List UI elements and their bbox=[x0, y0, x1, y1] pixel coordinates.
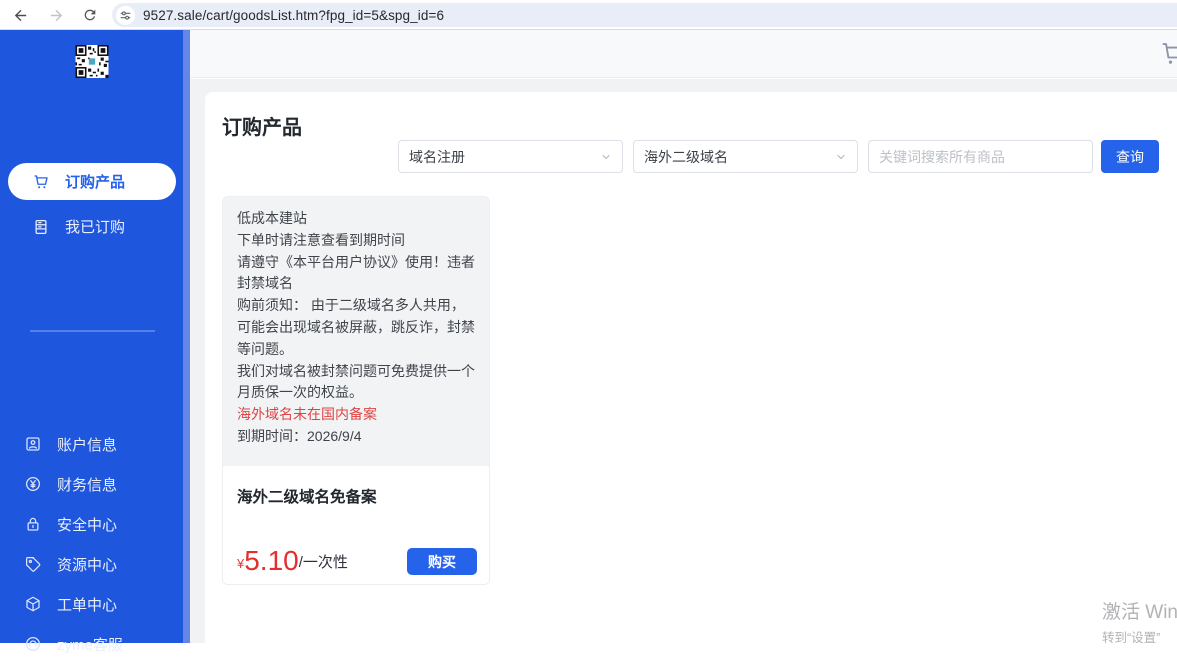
price-unit: /一次性 bbox=[299, 551, 348, 572]
notice-line: 低成本建站 bbox=[237, 208, 475, 230]
product-summary: 海外二级域名免备案 ¥ 5.10 /一次性 购买 bbox=[223, 466, 489, 585]
reload-icon bbox=[82, 7, 98, 23]
product-expiry: 到期时间：2026/9/4 bbox=[237, 426, 475, 448]
cart-icon bbox=[32, 173, 50, 191]
arrow-back-icon bbox=[12, 7, 29, 24]
currency-symbol: ¥ bbox=[237, 556, 244, 571]
notice-line: 下单时请注意查看到期时间 bbox=[237, 230, 475, 252]
browser-forward-button[interactable] bbox=[44, 3, 68, 27]
url-text[interactable]: 9527.sale/cart/goodsList.htm?fpg_id=5&sp… bbox=[143, 8, 444, 23]
search-input[interactable] bbox=[868, 140, 1093, 173]
sidebar-item-label: 订购产品 bbox=[65, 171, 125, 192]
sidebar: 订购产品 我已订购 账户信息 财务信息 安全中心 bbox=[0, 30, 190, 643]
activate-windows-watermark: 激活 Win 转到“设置” bbox=[1102, 597, 1177, 646]
chevron-down-icon bbox=[600, 151, 612, 163]
content-panel: 订购产品 域名注册 海外二级域名 查询 低成本建站 下单时请注意查看到期时间 请… bbox=[205, 92, 1177, 653]
sidebar-item-label: zyme客服 bbox=[57, 634, 123, 655]
sidebar-item-label: 资源中心 bbox=[57, 554, 117, 575]
yen-coin-icon bbox=[24, 475, 42, 493]
account-card-icon bbox=[24, 435, 42, 453]
watermark-line2: 转到“设置” bbox=[1102, 627, 1177, 646]
cube-icon bbox=[24, 595, 42, 613]
subcategory-select[interactable]: 海外二级域名 bbox=[633, 140, 858, 173]
chevron-down-icon bbox=[835, 151, 847, 163]
arrow-forward-icon bbox=[48, 7, 65, 24]
page-title: 订购产品 bbox=[222, 111, 302, 140]
product-warning: 海外域名未在国内备案 bbox=[237, 404, 475, 426]
main-content: 订购产品 域名注册 海外二级域名 查询 低成本建站 下单时请注意查看到期时间 请… bbox=[190, 79, 1177, 643]
sidebar-item-finance-info[interactable]: 财务信息 bbox=[0, 464, 168, 504]
notice-line: 请遵守《本平台用户协议》使用！违者封禁域名 bbox=[237, 252, 475, 296]
address-bar[interactable]: 9527.sale/cart/goodsList.htm?fpg_id=5&sp… bbox=[112, 3, 1177, 27]
subcategory-select-value: 海外二级域名 bbox=[644, 147, 728, 167]
watermark-line1: 激活 Win bbox=[1102, 597, 1177, 624]
browser-reload-button[interactable] bbox=[78, 3, 102, 27]
sidebar-scrollbar[interactable] bbox=[183, 30, 190, 643]
search-button[interactable]: 查询 bbox=[1101, 140, 1159, 173]
order-list-icon bbox=[32, 218, 50, 236]
cart-icon[interactable] bbox=[1159, 40, 1177, 68]
browser-back-button[interactable] bbox=[8, 3, 32, 27]
price-row: ¥ 5.10 /一次性 购买 bbox=[237, 547, 477, 575]
sidebar-item-my-orders[interactable]: 我已订购 bbox=[8, 208, 176, 245]
sidebar-item-label: 账户信息 bbox=[57, 434, 117, 455]
sidebar-item-resource-center[interactable]: 资源中心 bbox=[0, 544, 168, 584]
sidebar-bottom-menu: 账户信息 财务信息 安全中心 资源中心 工单中心 bbox=[0, 424, 183, 664]
sidebar-item-zyme-support[interactable]: zyme客服 bbox=[0, 624, 168, 664]
sidebar-item-label: 我已订购 bbox=[65, 216, 125, 237]
sidebar-item-label: 财务信息 bbox=[57, 474, 117, 495]
qr-code bbox=[74, 45, 110, 78]
notice-line: 我们对域名被封禁问题可免费提供一个月质保一次的权益。 bbox=[237, 361, 475, 405]
browser-chrome: 9527.sale/cart/goodsList.htm?fpg_id=5&sp… bbox=[0, 0, 1177, 30]
support-headset-icon bbox=[24, 635, 42, 653]
site-settings-icon bbox=[119, 9, 132, 22]
product-notice: 低成本建站 下单时请注意查看到期时间 请遵守《本平台用户协议》使用！违者封禁域名… bbox=[223, 197, 489, 466]
sidebar-divider bbox=[30, 330, 155, 332]
main-topbar bbox=[190, 30, 1177, 78]
price-amount: 5.10 bbox=[244, 547, 299, 575]
category-select-value: 域名注册 bbox=[409, 147, 465, 167]
product-card: 低成本建站 下单时请注意查看到期时间 请遵守《本平台用户协议》使用！违者封禁域名… bbox=[222, 196, 490, 585]
lock-icon bbox=[24, 515, 42, 533]
category-select[interactable]: 域名注册 bbox=[398, 140, 623, 173]
sidebar-item-ticket-center[interactable]: 工单中心 bbox=[0, 584, 168, 624]
sidebar-item-security-center[interactable]: 安全中心 bbox=[0, 504, 168, 544]
sidebar-item-label: 工单中心 bbox=[57, 594, 117, 615]
sidebar-item-label: 安全中心 bbox=[57, 514, 117, 535]
buy-button[interactable]: 购买 bbox=[407, 548, 477, 575]
site-settings-chip[interactable] bbox=[116, 6, 135, 25]
sidebar-item-account-info[interactable]: 账户信息 bbox=[0, 424, 168, 464]
tag-icon bbox=[24, 555, 42, 573]
notice-line: 购前须知： 由于二级域名多人共用，可能会出现域名被屏蔽，跳反诈，封禁等问题。 bbox=[237, 295, 475, 360]
product-name: 海外二级域名免备案 bbox=[237, 485, 475, 507]
sidebar-item-order-products[interactable]: 订购产品 bbox=[8, 163, 176, 200]
